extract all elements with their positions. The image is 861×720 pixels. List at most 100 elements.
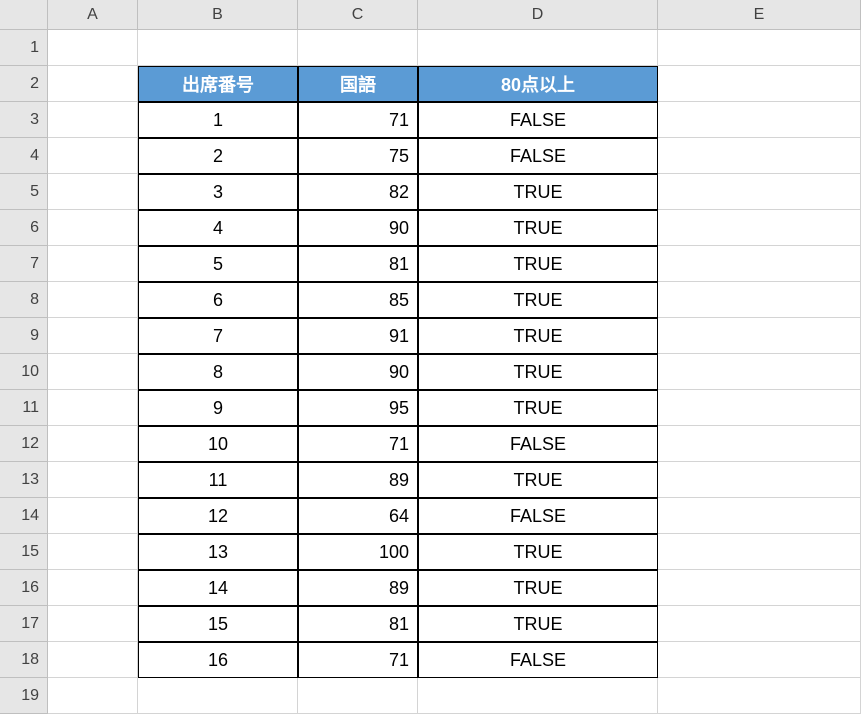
row-header-10[interactable]: 10 [0,354,48,390]
data-cell-id: 5 [138,246,298,282]
column-header-c[interactable]: C [298,0,418,30]
data-cell-result: FALSE [418,498,658,534]
data-cell-score: 90 [298,210,418,246]
data-cell-result: TRUE [418,282,658,318]
cell-empty[interactable] [658,354,861,390]
data-cell-result: TRUE [418,210,658,246]
row-header-7[interactable]: 7 [0,246,48,282]
cell-empty[interactable] [658,282,861,318]
cell-empty[interactable] [658,30,861,66]
cell-empty[interactable] [658,102,861,138]
data-cell-id: 12 [138,498,298,534]
table-header-id: 出席番号 [138,66,298,102]
column-header-b[interactable]: B [138,0,298,30]
cell-empty[interactable] [48,30,138,66]
data-cell-result: FALSE [418,138,658,174]
cell-empty[interactable] [658,570,861,606]
row-header-17[interactable]: 17 [0,606,48,642]
data-cell-id: 15 [138,606,298,642]
data-cell-id: 10 [138,426,298,462]
cell-empty[interactable] [658,390,861,426]
cell-empty[interactable] [138,30,298,66]
cell-empty[interactable] [48,498,138,534]
cell-empty[interactable] [418,678,658,714]
data-cell-id: 7 [138,318,298,354]
row-header-13[interactable]: 13 [0,462,48,498]
data-cell-id: 4 [138,210,298,246]
cell-empty[interactable] [138,678,298,714]
cell-empty[interactable] [48,534,138,570]
cell-empty[interactable] [658,606,861,642]
cell-empty[interactable] [658,174,861,210]
cell-empty[interactable] [48,318,138,354]
row-header-15[interactable]: 15 [0,534,48,570]
data-cell-id: 1 [138,102,298,138]
data-cell-id: 8 [138,354,298,390]
data-cell-result: FALSE [418,426,658,462]
row-header-18[interactable]: 18 [0,642,48,678]
cell-empty[interactable] [658,534,861,570]
cell-empty[interactable] [48,66,138,102]
data-cell-id: 3 [138,174,298,210]
row-header-9[interactable]: 9 [0,318,48,354]
data-cell-result: TRUE [418,462,658,498]
cell-empty[interactable] [48,138,138,174]
cell-empty[interactable] [48,174,138,210]
cell-empty[interactable] [48,246,138,282]
cell-empty[interactable] [48,282,138,318]
column-header-a[interactable]: A [48,0,138,30]
data-cell-score: 85 [298,282,418,318]
row-header-14[interactable]: 14 [0,498,48,534]
row-header-2[interactable]: 2 [0,66,48,102]
row-header-4[interactable]: 4 [0,138,48,174]
row-header-16[interactable]: 16 [0,570,48,606]
cell-empty[interactable] [298,30,418,66]
cell-empty[interactable] [48,210,138,246]
data-cell-score: 82 [298,174,418,210]
data-cell-score: 90 [298,354,418,390]
row-header-11[interactable]: 11 [0,390,48,426]
data-cell-id: 16 [138,642,298,678]
cell-empty[interactable] [48,390,138,426]
row-header-12[interactable]: 12 [0,426,48,462]
data-cell-result: TRUE [418,174,658,210]
cell-empty[interactable] [658,138,861,174]
data-cell-result: TRUE [418,246,658,282]
row-header-8[interactable]: 8 [0,282,48,318]
data-cell-score: 64 [298,498,418,534]
cell-empty[interactable] [48,606,138,642]
column-header-d[interactable]: D [418,0,658,30]
row-header-19[interactable]: 19 [0,678,48,714]
cell-empty[interactable] [48,462,138,498]
cell-empty[interactable] [48,354,138,390]
cell-empty[interactable] [658,318,861,354]
row-header-5[interactable]: 5 [0,174,48,210]
cell-empty[interactable] [658,462,861,498]
row-header-6[interactable]: 6 [0,210,48,246]
data-cell-result: TRUE [418,606,658,642]
cell-empty[interactable] [658,678,861,714]
row-header-3[interactable]: 3 [0,102,48,138]
spreadsheet-grid[interactable]: ABCDE12出席番号国語80点以上3171FALSE4275FALSE5382… [0,0,861,714]
cell-empty[interactable] [48,678,138,714]
cell-empty[interactable] [48,102,138,138]
cell-empty[interactable] [48,570,138,606]
column-header-e[interactable]: E [658,0,861,30]
cell-empty[interactable] [48,426,138,462]
cell-empty[interactable] [658,642,861,678]
data-cell-score: 95 [298,390,418,426]
cell-empty[interactable] [48,642,138,678]
cell-empty[interactable] [658,210,861,246]
row-header-1[interactable]: 1 [0,30,48,66]
cell-empty[interactable] [658,426,861,462]
cell-empty[interactable] [298,678,418,714]
data-cell-id: 14 [138,570,298,606]
cell-empty[interactable] [418,30,658,66]
data-cell-score: 89 [298,570,418,606]
corner-cell [0,0,48,30]
cell-empty[interactable] [658,498,861,534]
cell-empty[interactable] [658,246,861,282]
data-cell-score: 81 [298,606,418,642]
cell-empty[interactable] [658,66,861,102]
data-cell-result: TRUE [418,354,658,390]
